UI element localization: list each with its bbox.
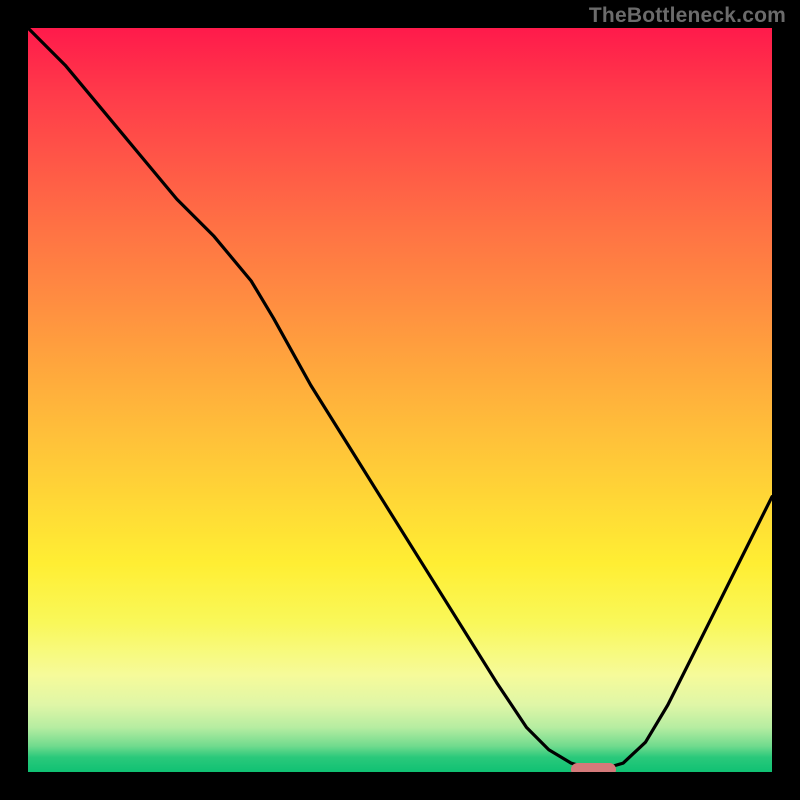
plot-area bbox=[28, 28, 772, 772]
bottleneck-curve bbox=[28, 28, 772, 772]
chart-frame: TheBottleneck.com bbox=[0, 0, 800, 800]
watermark-text: TheBottleneck.com bbox=[589, 4, 786, 28]
optimal-region-marker bbox=[571, 763, 616, 772]
